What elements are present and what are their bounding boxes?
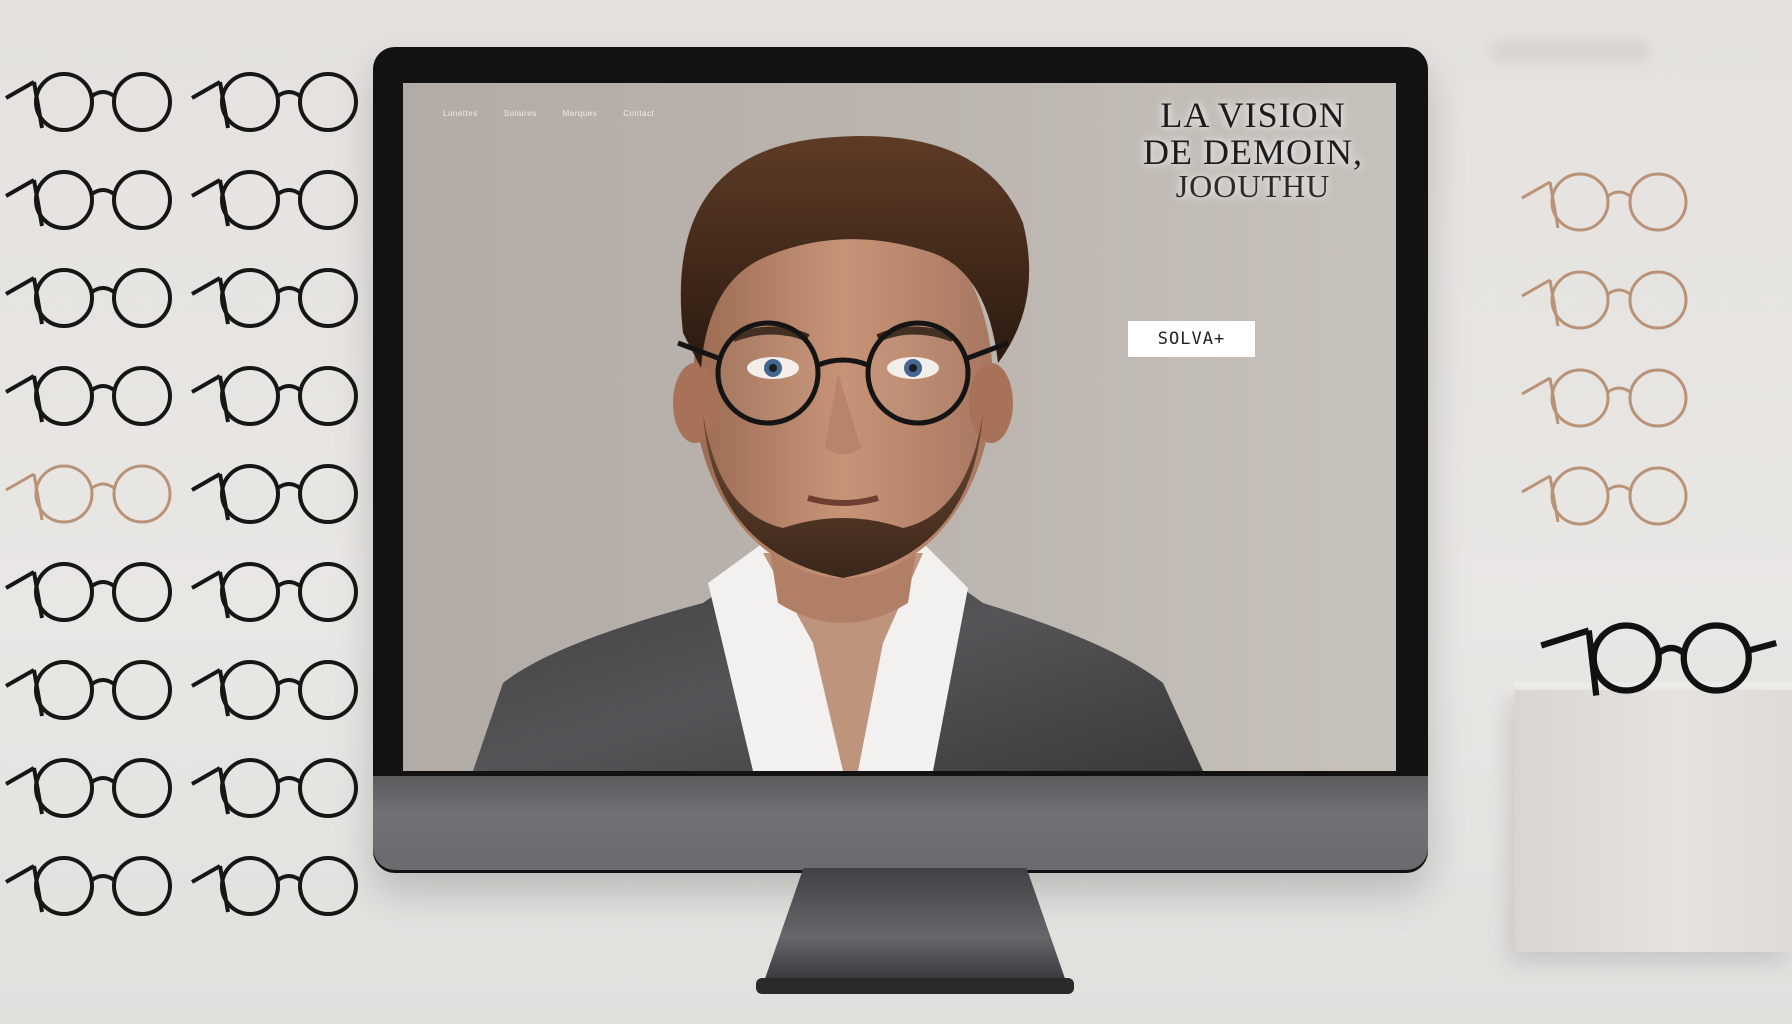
wall-glasses-icon	[4, 62, 194, 142]
wall-glasses-icon	[190, 650, 380, 730]
headline-line-2: DE DEMOIN,	[1143, 131, 1363, 172]
wall-glasses-icon	[4, 552, 194, 632]
pedestal-glasses-icon	[1515, 608, 1792, 708]
wall-glasses-icon	[190, 454, 380, 534]
wall-glasses-icon	[4, 846, 194, 926]
website-screen: Lunettes Solaires Marques Contact LA VIS…	[403, 83, 1396, 771]
headline-line-1: LA VISION	[1160, 95, 1346, 135]
headline-line-3: JOOUTHU	[1175, 168, 1331, 205]
wall-glasses-icon	[190, 160, 380, 240]
glasses-icon	[1540, 622, 1778, 696]
display-pedestal	[1515, 690, 1792, 952]
wall-glasses-icon	[1520, 456, 1710, 536]
wall-glasses-icon	[190, 552, 380, 632]
monitor-stand-base	[756, 978, 1074, 994]
monitor-stand	[760, 868, 1070, 993]
wall-glasses-icon	[190, 62, 380, 142]
wall-glasses-icon	[1520, 260, 1710, 340]
blurred-logo	[1490, 40, 1650, 62]
wall-glasses-icon	[190, 846, 380, 926]
wall-glasses-icon	[190, 748, 380, 828]
wall-glasses-icon	[4, 356, 194, 436]
wall-glasses-icon	[4, 454, 194, 534]
wall-glasses-icon	[4, 160, 194, 240]
wall-glasses-icon	[190, 356, 380, 436]
wall-glasses-icon	[4, 258, 194, 338]
wall-glasses-icon	[1520, 358, 1710, 438]
wall-glasses-icon	[1520, 162, 1710, 242]
wall-glasses-icon	[190, 258, 380, 338]
monitor-chin	[373, 776, 1428, 870]
hero-headline: LA VISION DE DEMOIN, JOOUTHU	[1133, 97, 1373, 203]
cta-button[interactable]: SOLVA+	[1128, 321, 1255, 357]
wall-glasses-icon	[4, 650, 194, 730]
wall-glasses-icon	[4, 748, 194, 828]
